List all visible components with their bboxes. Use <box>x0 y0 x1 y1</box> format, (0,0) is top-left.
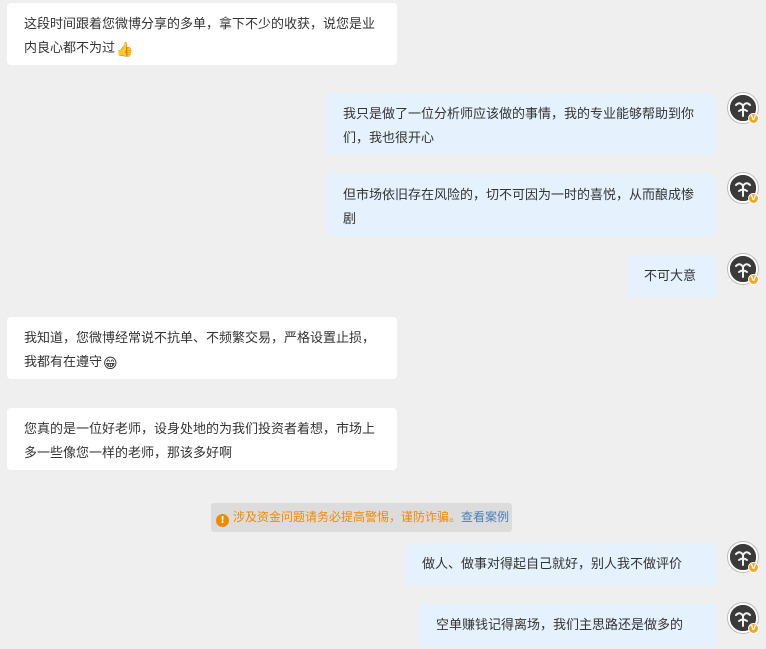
verified-badge-icon: V <box>748 193 759 204</box>
message-text: 我知道，您微博经常说不抗单、不频繁交易，严格设置止损，我都有在遵守 <box>24 331 376 370</box>
message-text: 我只是做了一位分析师应该做的事情，我的专业能够帮助到你们，我也很开心 <box>343 107 695 146</box>
message-text: 不可大意 <box>644 269 697 284</box>
verified-badge-icon: V <box>748 113 759 124</box>
notice-text: 涉及资金问题请务必提高警惕，谨防诈骗。 <box>233 510 462 524</box>
message-text: 但市场依旧存在风险的，切不可因为一时的喜悦，从而酿成惨剧 <box>343 188 695 227</box>
message-text: 空单赚钱记得离场，我们主思路还是做多的 <box>436 618 684 633</box>
chat-conversation: 这段时间跟着您微博分享的多单，拿下不少的收获，说您是业内良心都不为过👍 我只是做… <box>0 0 766 649</box>
outgoing-message: 但市场依旧存在风险的，切不可因为一时的喜悦，从而酿成惨剧 <box>326 174 717 236</box>
incoming-message: 我知道，您微博经常说不抗单、不频繁交易，严格设置止损，我都有在遵守😁 <box>7 317 397 379</box>
grin-icon: 😁 <box>103 356 118 372</box>
info-icon: ! <box>216 514 229 527</box>
view-cases-link[interactable]: 查看案例 <box>461 510 509 524</box>
avatar[interactable]: V <box>728 254 759 285</box>
incoming-message: 这段时间跟着您微博分享的多单，拿下不少的收获，说您是业内良心都不为过👍 <box>7 3 397 65</box>
verified-badge-icon: V <box>748 562 759 573</box>
message-text: 您真的是一位好老师，设身处地的为我们投资者着想，市场上多一些像您一样的老师，那该… <box>24 422 376 461</box>
incoming-message: 您真的是一位好老师，设身处地的为我们投资者着想，市场上多一些像您一样的老师，那该… <box>7 408 397 470</box>
verified-badge-icon: V <box>748 623 759 634</box>
avatar[interactable]: V <box>728 603 759 634</box>
avatar[interactable]: V <box>728 93 759 124</box>
outgoing-message: 空单赚钱记得离场，我们主思路还是做多的 <box>419 604 717 646</box>
message-text: 这段时间跟着您微博分享的多单，拿下不少的收获，说您是业内良心都不为过 <box>24 17 376 56</box>
avatar[interactable]: V <box>728 173 759 204</box>
verified-badge-icon: V <box>748 274 759 285</box>
message-text: 做人、做事对得起自己就好，别人我不做评价 <box>422 557 683 572</box>
outgoing-message: 我只是做了一位分析师应该做的事情，我的专业能够帮助到你们，我也很开心 <box>326 93 717 155</box>
outgoing-message: 做人、做事对得起自己就好，别人我不做评价 <box>405 543 717 585</box>
thumbs-up-icon: 👍 <box>116 42 134 58</box>
fraud-warning-notice: ! 涉及资金问题请务必提高警惕，谨防诈骗。查看案例 <box>211 503 512 532</box>
avatar[interactable]: V <box>728 542 759 573</box>
outgoing-message: 不可大意 <box>628 255 717 297</box>
